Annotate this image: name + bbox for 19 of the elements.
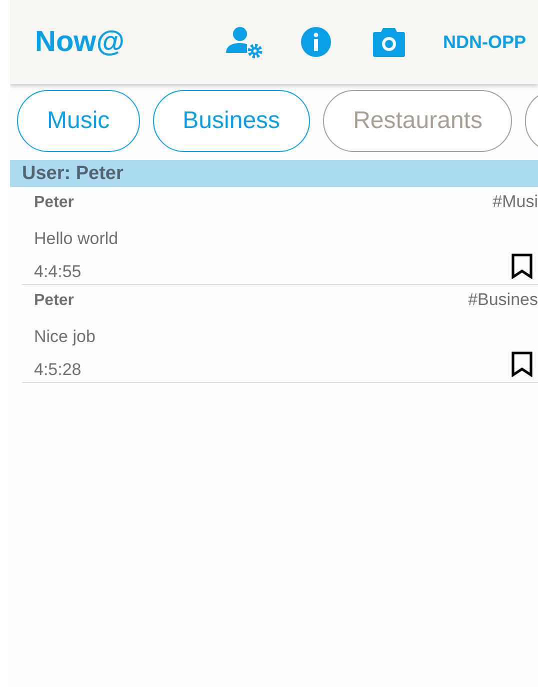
timestamp: 4:4:55 (34, 262, 82, 282)
camera-icon[interactable] (373, 27, 405, 57)
hashtag: #Musi (492, 192, 538, 212)
hashtag: #Busines (468, 290, 538, 310)
user-header: User: Peter (10, 160, 538, 187)
bookmark-icon[interactable] (511, 253, 533, 279)
timestamp: 4:5:28 (34, 360, 82, 380)
filter-chip[interactable]: Business (152, 90, 310, 152)
message-text: Nice job (34, 327, 96, 347)
message-text: Hello world (34, 229, 120, 249)
app-title: Now@ (35, 26, 126, 58)
user-settings-icon[interactable] (226, 25, 264, 59)
filter-chip[interactable]: Restaurants (323, 90, 512, 152)
info-icon[interactable] (300, 26, 332, 58)
author-name: Peter (34, 292, 74, 310)
bookmark-icon[interactable] (511, 351, 533, 377)
filter-chip[interactable]: Music (17, 90, 140, 152)
action-button[interactable]: NDN-OPP (443, 32, 526, 52)
author-name: Peter (34, 194, 74, 212)
